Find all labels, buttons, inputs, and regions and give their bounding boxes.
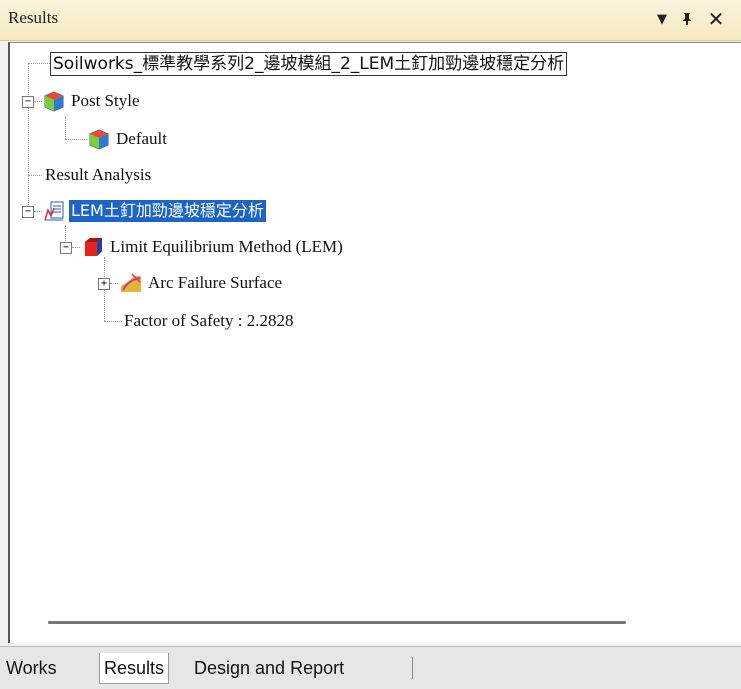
tree-item-result-analysis[interactable]: Result Analysis: [43, 160, 153, 190]
dropdown-icon[interactable]: ▼: [650, 6, 674, 32]
tree-item-post-style[interactable]: Post Style: [43, 86, 142, 116]
model-label[interactable]: Soilworks_標準教學系列2_邊坡模組_2_LEM土釘加勁邊坡穩定分析: [50, 52, 568, 76]
horizontal-scrollbar[interactable]: [48, 621, 626, 624]
tree-item-model[interactable]: Soilworks_標準教學系列2_邊坡模組_2_LEM土釘加勁邊坡穩定分析: [50, 49, 568, 79]
tree-line: [65, 139, 87, 140]
tree-line: [28, 63, 29, 213]
results-tree[interactable]: Soilworks_標準教學系列2_邊坡模組_2_LEM土釘加勁邊坡穩定分析 −…: [8, 42, 741, 643]
results-titlebar: Results ▼ ✕: [0, 0, 741, 41]
panel-tabs: Works Results Design and Report: [0, 646, 741, 689]
tree-line: [34, 211, 42, 212]
close-icon[interactable]: ✕: [704, 6, 728, 32]
expand-icon[interactable]: +: [98, 278, 110, 290]
tree-line: [34, 101, 42, 102]
tree-item-arc-failure[interactable]: Arc Failure Surface: [120, 268, 284, 298]
arc-failure-label: Arc Failure Surface: [148, 273, 283, 292]
tree-line: [104, 321, 122, 322]
cube-color-icon: [89, 129, 109, 150]
lem-method-label: Limit Equilibrium Method (LEM): [110, 237, 343, 256]
tab-design-and-report[interactable]: Design and Report: [190, 653, 348, 683]
tree-item-factor-of-safety[interactable]: Factor of Safety : 2.2828: [122, 306, 296, 336]
pin-icon[interactable]: [675, 6, 699, 32]
collapse-icon[interactable]: −: [60, 242, 72, 254]
tab-works[interactable]: Works: [2, 653, 61, 683]
tree-line: [28, 175, 42, 176]
tab-results[interactable]: Results: [99, 653, 170, 684]
tab-separator: [412, 657, 413, 679]
panel-title: Results: [8, 8, 59, 27]
collapse-icon[interactable]: −: [22, 96, 34, 108]
post-style-label: Post Style: [71, 91, 140, 110]
tree-line: [28, 63, 50, 64]
red-cube-icon: [85, 238, 102, 256]
tree-item-lem-analysis[interactable]: LEM土釘加勁邊坡穩定分析: [43, 196, 266, 226]
arc-surface-icon: [121, 273, 141, 292]
collapse-icon[interactable]: −: [22, 206, 34, 218]
tree-item-lem-method[interactable]: Limit Equilibrium Method (LEM): [82, 232, 345, 262]
default-label: Default: [116, 129, 167, 148]
tree-item-default[interactable]: Default: [88, 124, 169, 154]
lem-analysis-label[interactable]: LEM土釘加勁邊坡穩定分析: [69, 200, 266, 222]
result-analysis-label: Result Analysis: [45, 165, 152, 184]
tree-line: [72, 247, 80, 248]
chart-document-icon: [44, 201, 64, 221]
tree-line: [110, 283, 118, 284]
cube-color-icon: [44, 91, 64, 112]
factor-of-safety-value: Factor of Safety : 2.2828: [124, 311, 294, 330]
tree-line: [65, 117, 66, 139]
